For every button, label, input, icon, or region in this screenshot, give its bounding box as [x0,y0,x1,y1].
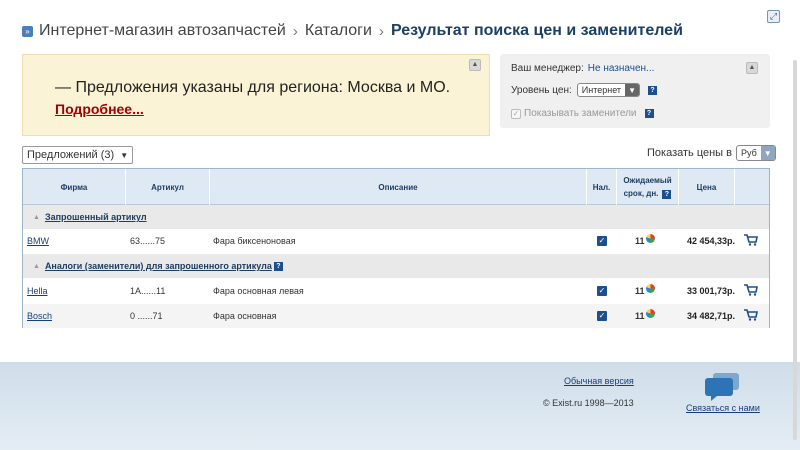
chevron-down-icon: ▼ [625,84,640,96]
show-substitutes-checkbox[interactable]: ✓ [511,108,521,119]
cart-icon[interactable] [744,284,758,296]
chevron-down-icon: ▼ [760,146,775,160]
row-brand[interactable]: Bosch [27,311,52,321]
collapse-manager-icon[interactable]: ▲ [746,62,758,74]
page-title: Результат поиска цен и заменителей [390,22,683,39]
breadcrumb-item-catalogs[interactable]: Каталоги [305,22,372,40]
supplier-stats-icon[interactable] [646,309,655,318]
page-scrollbar[interactable] [793,60,797,440]
col-description[interactable]: Описание [210,169,587,205]
cart-icon[interactable] [744,234,758,246]
col-expected-line1: Ожидаемый [623,176,672,185]
row-price: 42 454,33р. [686,236,735,246]
show-substitutes-row: ✓ Показывать заменители ? [511,108,654,119]
price-level-label: Уровень цен: [511,84,572,96]
help-icon[interactable]: ⤢ [767,10,780,23]
results-table: Фирма Артикул Описание Нал. Ожидаемый ср… [22,168,770,328]
in-stock-checkbox-icon: ✓ [597,236,607,246]
help-analogs-icon[interactable]: ? [273,261,283,271]
breadcrumb-item-shop[interactable]: Интернет-магазин автозапчастей [39,22,286,40]
currency-select[interactable]: Руб ▼ [736,145,776,161]
manager-panel: ▲ Ваш менеджер: Не назначен... Уровень ц… [500,54,770,128]
breadcrumb-separator: › [292,22,298,40]
table-row: Bosch 0 ......71 Фара основная ✓ 11 34 4… [23,304,769,328]
price-level-select[interactable]: Интернет ▼ [576,83,641,97]
price-level-value: Интернет [581,85,622,95]
region-notice: ▲ — Предложения указаны для региона: Мос… [22,54,490,136]
help-expected-icon[interactable]: ? [662,190,672,199]
row-description: Фара основная [213,311,277,321]
collapse-section-icon: ▲ [33,262,40,270]
contact-us-link[interactable]: Связаться с нами [686,403,760,413]
table-row: Hella 1A......11 Фара основная левая ✓ 1… [23,279,769,303]
collapse-section-icon: ▲ [33,213,40,221]
section-requested[interactable]: ▲ Запрошенный артикул [23,205,769,229]
manager-label: Ваш менеджер: [511,63,584,74]
chat-bubble-icon[interactable] [703,372,741,402]
row-price: 34 482,71р. [686,311,735,321]
row-price: 33 001,73р. [686,286,735,296]
region-notice-text: — Предложения указаны для региона: Москв… [55,79,451,96]
classic-version-link[interactable]: Обычная версия [564,376,634,386]
home-arrow-icon[interactable]: » [22,25,33,37]
chevron-down-icon: ▼ [120,150,129,160]
price-level-row: Уровень цен: Интернет ▼ ? [511,83,658,97]
more-info-link[interactable]: Подробнее... [55,101,144,117]
copyright-text: © Exist.ru 1998—2013 [543,398,634,408]
col-stock[interactable]: Нал. [587,169,617,205]
offers-select[interactable]: Предложений (3) ▼ [22,146,134,164]
row-days: 11 [635,286,645,296]
in-stock-checkbox-icon: ✓ [597,286,607,296]
table-row: BMW 63......75 Фара биксеноновая ✓ 11 42… [23,229,769,253]
row-article: 63......75 [130,236,166,246]
footer: Обычная версия © Exist.ru 1998—2013 Связ… [0,362,800,450]
in-stock-checkbox-icon: ✓ [597,311,607,321]
breadcrumb-separator: › [378,22,384,40]
show-substitutes-label: Показывать заменители [524,108,637,119]
section-analogs[interactable]: ▲ Аналоги (заменители) для запрошенного … [23,254,769,278]
col-cart [735,169,769,205]
row-description: Фара биксеноновая [213,236,296,246]
section-requested-label[interactable]: Запрошенный артикул [45,212,147,222]
currency-label: Показать цены в [647,147,732,159]
col-brand[interactable]: Фирма [23,169,126,205]
table-header: Фирма Артикул Описание Нал. Ожидаемый ср… [23,169,769,205]
manager-row: Ваш менеджер: Не назначен... [511,63,654,74]
cart-icon[interactable] [744,309,758,321]
col-price[interactable]: Цена [679,169,735,205]
collapse-notice-icon[interactable]: ▲ [469,59,481,71]
breadcrumb: » Интернет-магазин автозапчастей › Катал… [22,20,683,42]
row-article: 0 ......71 [130,311,163,321]
col-expected-line2: срок, дн.? [624,187,672,200]
manager-link[interactable]: Не назначен... [588,63,655,74]
col-expected-text: срок, дн. [623,189,659,198]
row-days: 11 [635,311,645,321]
row-brand[interactable]: BMW [27,236,49,246]
help-substitutes-icon[interactable]: ? [644,109,654,118]
currency-value: Руб [741,148,757,158]
row-brand[interactable]: Hella [27,286,48,296]
col-article[interactable]: Артикул [126,169,210,205]
row-article: 1A......11 [130,286,166,296]
supplier-stats-icon[interactable] [646,284,655,293]
row-days: 11 [635,236,645,246]
section-analogs-label[interactable]: Аналоги (заменители) для запрошенного ар… [45,261,272,271]
currency-control: Показать цены в Руб ▼ [647,145,776,161]
help-price-level-icon[interactable]: ? [648,85,658,95]
row-description: Фара основная левая [213,286,304,296]
supplier-stats-icon[interactable] [646,234,655,243]
offers-select-value: Предложений (3) [27,149,115,161]
col-expected[interactable]: Ожидаемый срок, дн.? [617,169,679,205]
